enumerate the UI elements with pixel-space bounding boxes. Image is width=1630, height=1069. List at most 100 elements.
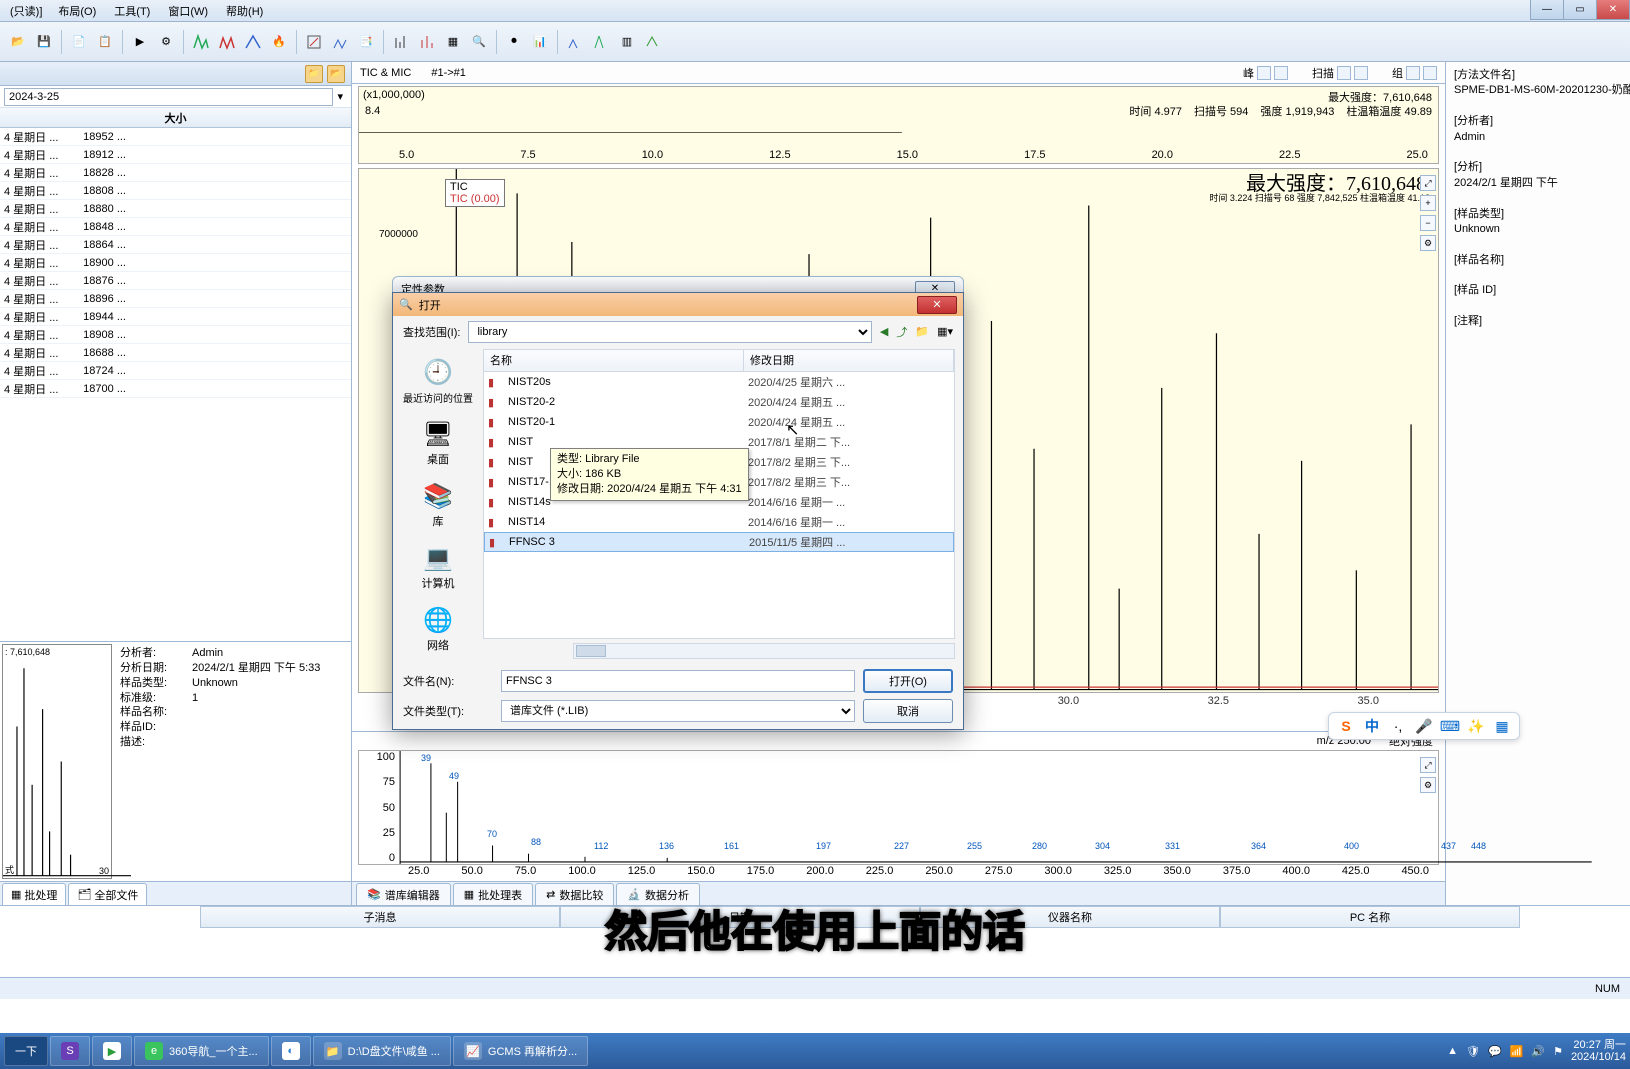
file-row[interactable]: 4 星期日 ...18944 ...: [0, 308, 351, 326]
hdr-group[interactable]: 组: [1392, 65, 1437, 81]
dropdown-icon[interactable]: ▾: [333, 90, 347, 103]
tray-chat-icon[interactable]: 💬: [1488, 1045, 1502, 1058]
place-network[interactable]: 🌐网络: [398, 599, 478, 659]
tab-library-editor[interactable]: 📚谱库编辑器: [356, 883, 451, 905]
tool-trace-icon[interactable]: [641, 30, 665, 54]
size-column-header[interactable]: 大小: [4, 110, 347, 126]
tool-record-icon[interactable]: ⏺: [502, 30, 526, 54]
nav-up-icon[interactable]: ⤴: [896, 324, 907, 340]
window-restore-button[interactable]: ▭: [1563, 0, 1597, 20]
menu-tools[interactable]: 工具(T): [106, 1, 158, 21]
file-row[interactable]: 4 星期日 ...18700 ...: [0, 380, 351, 398]
file-row[interactable]: 4 星期日 ...18912 ...: [0, 146, 351, 164]
new-folder-icon[interactable]: 📁: [915, 325, 929, 338]
col-date-header[interactable]: 修改日期: [744, 350, 954, 371]
file-row[interactable]: 4 星期日 ...18908 ...: [0, 326, 351, 344]
lookin-select[interactable]: library: [468, 321, 871, 343]
tray-vol-icon[interactable]: 🔊: [1531, 1045, 1545, 1058]
file-row[interactable]: 4 星期日 ...18828 ...: [0, 164, 351, 182]
taskbar-item-5[interactable]: 📁D:\D盘文件\咸鱼 ...: [313, 1036, 451, 1066]
ime-lang-indicator[interactable]: 中: [1363, 717, 1381, 735]
library-file-row[interactable]: ▮FFNSC 32015/11/5 星期四 ...: [484, 532, 954, 552]
ime-tools-icon[interactable]: ▦: [1493, 717, 1511, 735]
tool-peak2-icon[interactable]: [215, 30, 239, 54]
place-libraries[interactable]: 📚库: [398, 475, 478, 535]
zoom-in-icon[interactable]: +: [1420, 195, 1436, 211]
tool-search-icon[interactable]: 🔍: [467, 30, 491, 54]
file-row[interactable]: 4 星期日 ...18952 ...: [0, 128, 351, 146]
zoom-out-icon[interactable]: −: [1420, 215, 1436, 231]
taskbar-item-0[interactable]: 一下: [4, 1036, 48, 1066]
tool-intg1-icon[interactable]: [302, 30, 326, 54]
tool-batch-icon[interactable]: 📋: [93, 30, 117, 54]
menu-layout[interactable]: 布局(O): [50, 1, 104, 21]
ms-settings-icon[interactable]: ⚙: [1420, 777, 1436, 793]
tool-play-icon[interactable]: ▶: [128, 30, 152, 54]
tool-peak1-icon[interactable]: [189, 30, 213, 54]
hdr-peak[interactable]: 峰: [1243, 65, 1288, 81]
menu-help[interactable]: 帮助(H): [218, 1, 271, 21]
dialog-close-button[interactable]: ✕: [917, 296, 957, 314]
folder-icon[interactable]: 📁: [305, 65, 323, 83]
ms-zoom-full-icon[interactable]: ⤢: [1420, 757, 1436, 773]
ime-keyboard-icon[interactable]: ⌨: [1441, 717, 1459, 735]
hdr-scan[interactable]: 扫描: [1312, 65, 1368, 81]
library-file-row[interactable]: ▮NIST142014/6/16 星期一 ...: [484, 512, 954, 532]
file-row[interactable]: 4 星期日 ...18880 ...: [0, 200, 351, 218]
library-file-row[interactable]: ▮NIST20-12020/4/24 星期五 ...: [484, 412, 954, 432]
filetype-select[interactable]: 谱库文件 (*.LIB): [501, 700, 855, 722]
file-list[interactable]: 4 星期日 ...18952 ...4 星期日 ...18912 ...4 星期…: [0, 128, 351, 641]
nav-back-icon[interactable]: ◀: [880, 325, 888, 338]
file-row[interactable]: 4 星期日 ...18876 ...: [0, 272, 351, 290]
tool-table-icon[interactable]: ▦: [441, 30, 465, 54]
tool-lib-icon[interactable]: 📑: [354, 30, 378, 54]
ime-punct-icon[interactable]: ·,: [1389, 717, 1407, 735]
file-row[interactable]: 4 星期日 ...18848 ...: [0, 218, 351, 236]
tray-net-icon[interactable]: 📶: [1510, 1045, 1524, 1058]
date-filter-input[interactable]: [4, 88, 333, 106]
tab-batch-table[interactable]: ▦批处理表: [453, 883, 533, 905]
place-computer[interactable]: 💻计算机: [398, 537, 478, 597]
tab-data-compare[interactable]: ⇄数据比较: [535, 883, 614, 905]
system-tray[interactable]: ▲ 🛡 💬 📶 🔊 ⚑ 20:27 周一 2024/10/14: [1447, 1039, 1626, 1063]
folder-open-icon[interactable]: 📂: [327, 65, 345, 83]
tool-peak3-icon[interactable]: [241, 30, 265, 54]
window-close-button[interactable]: ✕: [1596, 0, 1630, 20]
library-file-row[interactable]: ▮NIST20-22020/4/24 星期五 ...: [484, 392, 954, 412]
window-minimize-button[interactable]: —: [1530, 0, 1564, 20]
tool-ms2-icon[interactable]: [415, 30, 439, 54]
tab-all-files[interactable]: 🗂全部文件: [68, 883, 147, 905]
tool-save-icon[interactable]: 💾: [32, 30, 56, 54]
library-file-row[interactable]: ▮NIST20s2020/4/25 星期六 ...: [484, 372, 954, 392]
mini-spectrum-plot[interactable]: : 7,610,648 30 式: [2, 644, 112, 879]
taskbar[interactable]: 一下 S ▶ e360导航_一个主... ◐ 📁D:\D盘文件\咸鱼 ... 📈…: [0, 1033, 1630, 1069]
tool-grid-icon[interactable]: ▥: [615, 30, 639, 54]
dialog-titlebar[interactable]: 🔍 打开 ✕: [393, 293, 963, 316]
tray-safe-icon[interactable]: 🛡: [1466, 1045, 1480, 1058]
ime-toolbar[interactable]: S 中 ·, 🎤 ⌨ ✨ ▦: [1328, 712, 1520, 740]
taskbar-item-2[interactable]: ▶: [92, 1036, 132, 1066]
file-row[interactable]: 4 星期日 ...18688 ...: [0, 344, 351, 362]
col-pc-name[interactable]: PC 名称: [1220, 906, 1520, 928]
open-button[interactable]: 打开(O): [863, 669, 953, 693]
tool-config-icon[interactable]: ⚙: [154, 30, 178, 54]
tool-open-icon[interactable]: 📂: [6, 30, 30, 54]
tray-flag-icon[interactable]: ⚑: [1553, 1045, 1563, 1058]
file-row[interactable]: 4 星期日 ...18808 ...: [0, 182, 351, 200]
tray-up-icon[interactable]: ▲: [1447, 1045, 1458, 1057]
tool-a-icon[interactable]: [563, 30, 587, 54]
tool-ms1-icon[interactable]: [389, 30, 413, 54]
tool-bars-icon[interactable]: 📊: [528, 30, 552, 54]
overview-chromatogram[interactable]: (x1,000,000) 最大强度：7,610,648 8.4 时间 4.977…: [358, 86, 1439, 164]
taskbar-item-4[interactable]: ◐: [271, 1036, 311, 1066]
ime-voice-icon[interactable]: 🎤: [1415, 717, 1433, 735]
mass-spectrum-plot[interactable]: 100 75 50 25 0 39 49 70 88 112 136 161 1…: [358, 750, 1439, 865]
file-browser-scrollbar[interactable]: [573, 643, 955, 659]
file-row[interactable]: 4 星期日 ...18724 ...: [0, 362, 351, 380]
file-row[interactable]: 4 星期日 ...18864 ...: [0, 236, 351, 254]
taskbar-item-6[interactable]: 📈GCMS 再解析分...: [453, 1036, 588, 1066]
tool-method-icon[interactable]: 📄: [67, 30, 91, 54]
filename-input[interactable]: [501, 670, 855, 692]
menu-window[interactable]: 窗口(W): [160, 1, 216, 21]
place-recent[interactable]: 🕘最近访问的位置: [398, 351, 478, 411]
